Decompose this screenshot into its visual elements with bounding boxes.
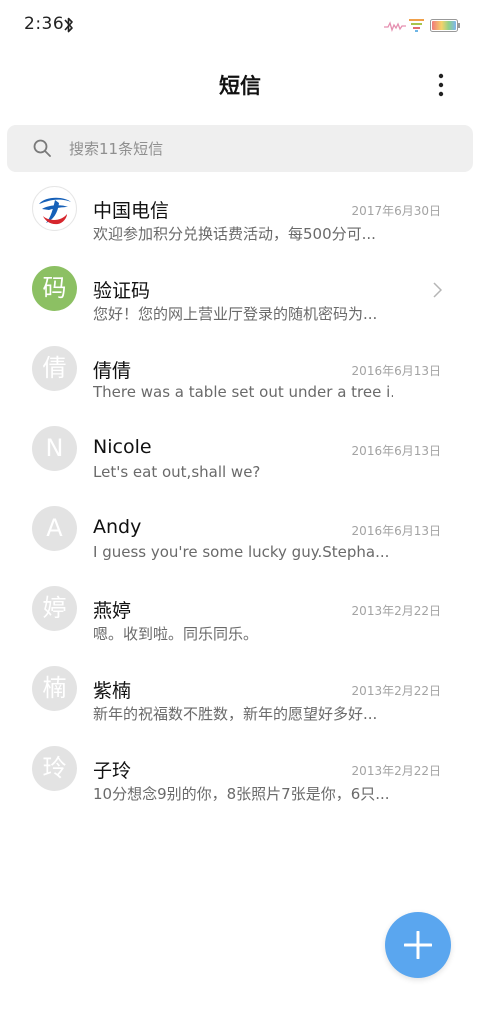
conversation-item[interactable]: 楠 紫楠 2013年2月22日 新年的祝福数不胜数，新年的愿望好多好... [0,648,480,728]
avatar: 倩 [32,346,77,391]
conversation-preview: 您好！您的网上营业厅登录的随机密码为... [93,305,378,323]
avatar: 玲 [32,746,77,791]
conversation-preview: 欢迎参加积分兑换话费活动，每500分可... [93,225,376,243]
conversation-date: 2016年6月13日 [351,524,441,538]
search-bar[interactable] [7,125,473,172]
conversation-preview: I guess you're some lucky guy.Stepha... [93,543,390,561]
status-bar: 2:36 [0,0,480,52]
avatar: 婷 [32,586,77,631]
conversation-date: 2013年2月22日 [351,764,441,778]
conversation-item[interactable]: 倩 倩倩 2016年6月13日 There was a table set ou… [0,328,480,408]
avatar: A [32,506,77,551]
conversation-item[interactable]: 婷 燕婷 2013年2月22日 嗯。收到啦。同乐同乐。 [0,568,480,648]
status-time: 2:36 [24,14,65,34]
conversation-item[interactable]: A Andy 2016年6月13日 I guess you're some lu… [0,488,480,568]
conversation-preview: 10分想念9别的你，8张照片7张是你，6只... [93,785,390,803]
bluetooth-icon [64,17,73,33]
conversation-item[interactable]: N Nicole 2016年6月13日 Let's eat out,shall … [0,408,480,488]
conversation-name: 验证码 [93,280,151,302]
avatar: 码 [32,266,77,311]
conversation-date: 2013年2月22日 [351,684,441,698]
conversation-name: 中国电信 [93,200,170,222]
conversation-date: 2016年6月13日 [351,444,441,458]
avatar: N [32,426,77,471]
conversation-preview: 新年的祝福数不胜数，新年的愿望好多好... [93,705,378,723]
conversation-name: 倩倩 [93,360,132,382]
conversation-name: Nicole [93,436,152,458]
app-header: 短信 [0,52,480,118]
conversation-date: 2013年2月22日 [351,604,441,618]
more-vertical-icon [438,73,444,97]
new-message-button[interactable] [385,912,451,978]
conversation-preview: 嗯。收到啦。同乐同乐。 [93,625,259,643]
conversation-preview: There was a table set out under a tree i… [93,383,393,401]
avatar [32,186,77,231]
wifi-icon [409,19,424,32]
conversation-item[interactable]: 玲 子玲 2013年2月22日 10分想念9别的你，8张照片7张是你，6只... [0,728,480,808]
conversation-name: 紫楠 [93,680,132,702]
search-icon [33,139,51,157]
conversation-item[interactable]: 中国电信 2017年6月30日 欢迎参加积分兑换话费活动，每500分可... [0,168,480,248]
conversation-name: 燕婷 [93,600,132,622]
conversation-date: 2017年6月30日 [351,204,441,218]
china-telecom-logo-icon [39,197,71,225]
conversation-item[interactable]: 码 验证码 您好！您的网上营业厅登录的随机密码为... [0,248,480,328]
conversation-preview: Let's eat out,shall we? [93,463,261,481]
conversation-date: 2016年6月13日 [351,364,441,378]
chevron-right-icon [433,282,442,298]
signal-icon [384,21,406,32]
conversation-list: 中国电信 2017年6月30日 欢迎参加积分兑换话费活动，每500分可... 码… [0,168,480,808]
page-title: 短信 [219,74,261,98]
avatar: 楠 [32,666,77,711]
battery-icon [430,19,460,32]
search-input[interactable] [69,125,449,172]
plus-icon [404,931,432,959]
more-options-button[interactable] [426,70,456,100]
conversation-name: Andy [93,516,142,538]
conversation-name: 子玲 [93,760,132,782]
